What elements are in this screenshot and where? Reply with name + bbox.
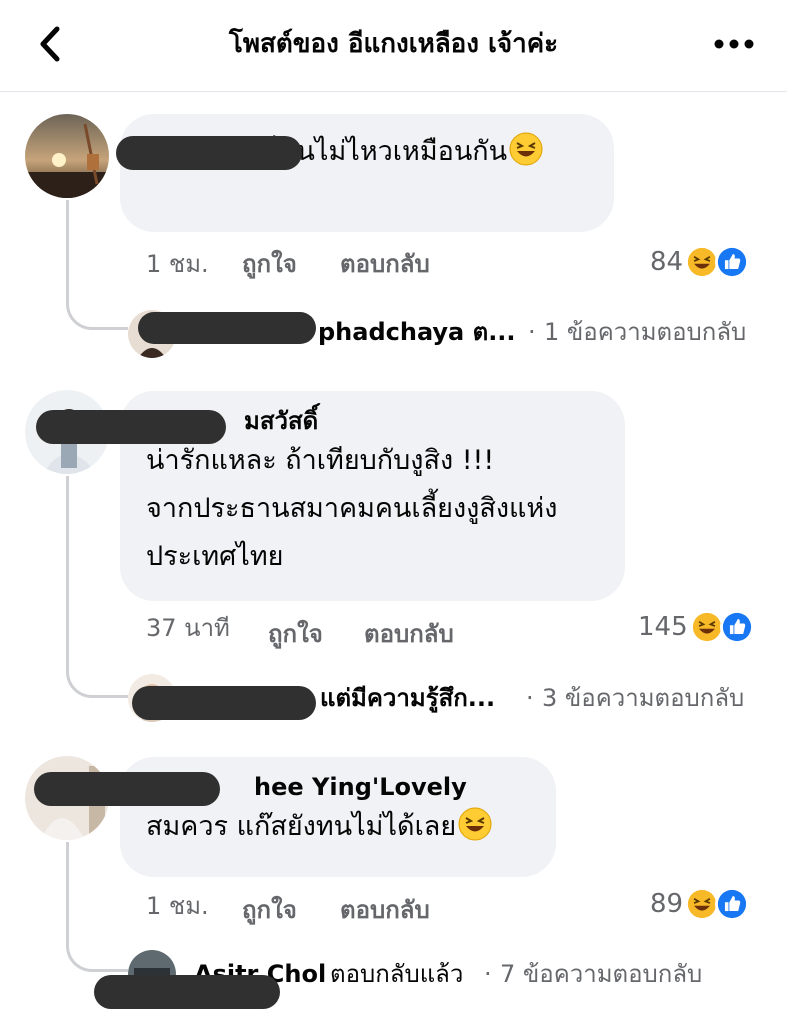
comment-time: 1 ชม.	[146, 892, 209, 920]
redaction-bar	[116, 136, 302, 170]
reaction-summary[interactable]: 89	[650, 884, 750, 924]
reaction-count: 145	[638, 612, 688, 642]
reply-thread-line	[66, 476, 128, 698]
comment-meta: 1 ชม. ถูกใจ ตอบกลับ	[146, 886, 466, 926]
comment-meta: 37 นาที ถูกใจ ตอบกลับ	[146, 608, 486, 648]
comment-meta: 1 ชม. ถูกใจ ตอบกลับ	[146, 244, 466, 284]
reply-button[interactable]: ตอบกลับ	[340, 244, 430, 284]
reply-count: 1 ข้อความตอบกลับ	[544, 318, 747, 346]
reply-button[interactable]: ตอบกลับ	[364, 614, 454, 654]
redaction-bar	[132, 686, 316, 720]
redaction-bar	[36, 410, 226, 444]
reaction-count: 84	[650, 247, 684, 277]
comment-text: สมควร แก๊สยังทนไม่ได้เลย	[146, 803, 530, 851]
redaction-bar	[94, 975, 280, 1009]
like-reaction-icon	[715, 245, 750, 279]
comment-time: 1 ชม.	[146, 250, 209, 278]
haha-reaction-icon	[685, 245, 720, 279]
like-button[interactable]: ถูกใจ	[268, 614, 323, 654]
like-reaction-icon	[719, 610, 754, 644]
reply-thread-line	[66, 200, 128, 330]
laugh-emoji-icon	[458, 807, 492, 841]
commenter-avatar[interactable]	[25, 114, 109, 198]
like-reaction-icon	[715, 887, 750, 921]
comment-time: 37 นาที	[146, 614, 230, 642]
reaction-summary[interactable]: 84	[650, 242, 750, 282]
comment-bubble[interactable]: แก๊สบอกกูก็ทนไม่ไหวเหมือนกัน	[120, 114, 614, 232]
like-button[interactable]: ถูกใจ	[242, 244, 297, 284]
reaction-summary[interactable]: 145	[638, 607, 754, 647]
haha-reaction-icon	[685, 887, 720, 921]
reply-count: 3 ข้อความตอบกลับ	[542, 684, 745, 712]
reply-action: ตอบกลับแล้ว	[330, 960, 464, 988]
like-button[interactable]: ถูกใจ	[242, 890, 297, 930]
comment-text: น่ารักแหละ ถ้าเทียบกับงูสิง !!! จากประธา…	[146, 445, 558, 572]
page-title: โพสต์ของ อีแกงเหลือง เจ้าค่ะ	[228, 29, 559, 59]
more-options-button[interactable]	[711, 24, 757, 64]
redaction-bar	[34, 772, 220, 806]
laugh-emoji-icon	[509, 132, 543, 166]
reaction-count: 89	[650, 889, 684, 919]
top-bar: โพสต์ของ อีแกงเหลือง เจ้าค่ะ	[0, 0, 787, 92]
back-chevron-icon	[40, 26, 60, 62]
reply-button[interactable]: ตอบกลับ	[340, 890, 430, 930]
back-button[interactable]	[30, 24, 70, 64]
redaction-bar	[138, 312, 316, 344]
more-dots-icon	[714, 39, 754, 49]
reply-thread-line	[66, 842, 128, 972]
reply-author: phadchaya ต...	[318, 318, 516, 346]
haha-reaction-icon	[689, 610, 724, 644]
reply-author: แต่มีความรู้สึก...	[320, 684, 496, 712]
reply-count: 7 ข้อความตอบกลับ	[500, 960, 703, 988]
